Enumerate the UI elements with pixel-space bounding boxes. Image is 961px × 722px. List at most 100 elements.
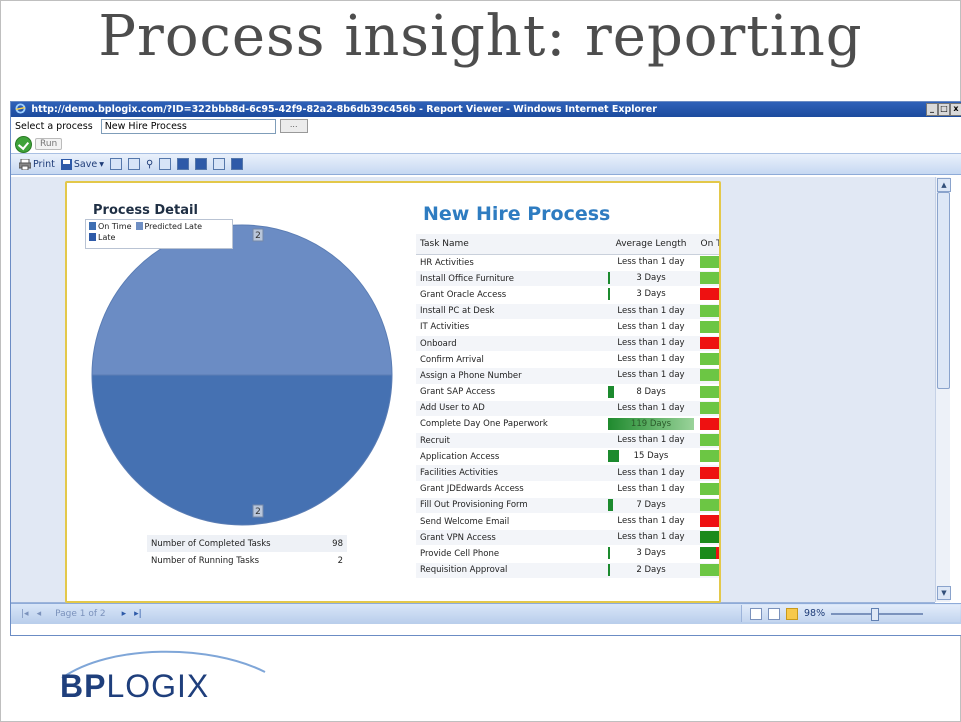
column-header[interactable]: Task Name	[416, 234, 606, 255]
close-button[interactable]: x	[950, 103, 961, 116]
table-row[interactable]: Grant Oracle Access3 Days05	[416, 286, 719, 304]
pie-legend: On Time Predicted Late Late	[85, 219, 233, 249]
window-title: http://demo.bplogix.com/?ID=322bbb8d-6c9…	[31, 104, 657, 115]
column-header[interactable]: Average Length	[606, 234, 696, 255]
table-row[interactable]: Grant JDEdwards AccessLess than 1 day04	[416, 481, 719, 498]
zoom-level: 98%	[804, 608, 826, 619]
table-row[interactable]: RecruitLess than 1 day09	[416, 432, 719, 450]
table-row[interactable]: Provide Cell Phone3 Days04	[416, 545, 719, 563]
table-row[interactable]: HR ActivitiesLess than 1 day03	[416, 254, 719, 272]
pdf-icon[interactable]	[213, 158, 226, 170]
zoom-slider[interactable]	[831, 607, 924, 621]
on-time-late-bar	[700, 531, 719, 544]
scroll-down-icon[interactable]: ▼	[937, 586, 951, 600]
table-row[interactable]: Install PC at DeskLess than 1 day04	[416, 303, 719, 320]
window-titlebar: http://demo.bplogix.com/?ID=322bbb8d-6c9…	[11, 102, 961, 117]
table-row[interactable]: OnboardLess than 1 day02	[416, 335, 719, 353]
task-name: Order Business Cards	[416, 578, 606, 580]
legend-label: Predicted Late	[144, 222, 203, 231]
summary-value: 2	[337, 555, 343, 566]
average-length: Less than 1 day	[606, 529, 696, 547]
on-time-vs-late	[696, 448, 719, 466]
on-time-late-bar	[700, 563, 719, 576]
print-button[interactable]: Print	[19, 158, 55, 170]
on-time-late-bar	[700, 272, 719, 285]
table-row[interactable]: Fill Out Provisioning Form7 Days16	[416, 497, 719, 515]
table-row[interactable]: Install Office Furniture3 Days05	[416, 270, 719, 288]
task-name: Requisition Approval	[416, 562, 606, 579]
legend-swatch	[89, 222, 96, 230]
table-row[interactable]: Add User to ADLess than 1 day05	[416, 400, 719, 417]
browse-button[interactable]: ...	[279, 119, 308, 133]
table-row[interactable]: Order Business CardsLess than 1 day04	[416, 578, 719, 580]
first-page-icon[interactable]: |◂	[21, 609, 29, 619]
average-length: Less than 1 day	[606, 513, 696, 531]
vertical-scrollbar[interactable]: ▲ ▼	[935, 177, 951, 602]
legend-item: On Time	[89, 221, 132, 232]
report-page: Process Detail 22 On Time Predicted Late L…	[65, 181, 721, 603]
maximize-button[interactable]: □	[938, 103, 950, 116]
single-page-icon[interactable]	[750, 607, 762, 620]
legend-label: Late	[98, 233, 116, 242]
summary-label: Number of Completed Tasks	[147, 535, 322, 552]
average-length: Less than 1 day	[606, 319, 696, 336]
task-name: Complete Day One Paperwork	[416, 416, 606, 434]
task-name: Facilities Activities	[416, 464, 606, 482]
table-row[interactable]: Assign a Phone NumberLess than 1 day05	[416, 367, 719, 385]
on-time-vs-late	[696, 545, 719, 563]
table-row[interactable]: Requisition Approval2 Days08	[416, 562, 719, 579]
on-time-vs-late	[696, 254, 719, 272]
binoculars-icon[interactable]: ⚲	[146, 159, 153, 170]
task-name: Onboard	[416, 335, 606, 353]
on-time-vs-late	[696, 270, 719, 288]
minimize-button[interactable]: _	[926, 103, 938, 116]
multi-page-icon[interactable]	[768, 607, 780, 620]
svg-text:2: 2	[255, 231, 261, 241]
on-time-vs-late	[696, 416, 719, 434]
browser-window: http://demo.bplogix.com/?ID=322bbb8d-6c9…	[10, 101, 961, 636]
table-row[interactable]: Facilities ActivitiesLess than 1 day03	[416, 464, 719, 482]
average-length: Less than 1 day	[606, 351, 696, 369]
prev-page-icon[interactable]: ◂	[37, 609, 42, 619]
run-button[interactable]: Run	[15, 135, 63, 153]
table-row[interactable]: Confirm ArrivalLess than 1 day03	[416, 351, 719, 369]
zoom-slider-knob[interactable]	[871, 607, 880, 621]
task-name: Install PC at Desk	[416, 303, 606, 320]
fit-width-icon[interactable]	[786, 607, 798, 620]
scroll-up-icon[interactable]: ▲	[937, 178, 951, 192]
export-icon[interactable]	[159, 158, 172, 170]
table-row[interactable]: Application Access15 Days03	[416, 448, 719, 466]
summary-table: Number of Completed Tasks 98 Number of Run…	[147, 535, 347, 569]
chevron-down-icon: ▾	[99, 158, 104, 170]
report-toolbar: Print Save ▾ ⚲	[11, 153, 961, 175]
on-time-late-bar	[700, 401, 719, 414]
legend-swatch	[89, 233, 96, 241]
table-row[interactable]: Complete Day One Paperwork119 Days12	[416, 416, 719, 434]
word-icon[interactable]	[177, 158, 190, 170]
average-length: 3 Days	[606, 545, 696, 563]
column-header[interactable]: On Time vs Late	[696, 234, 719, 255]
excel-icon[interactable]	[195, 158, 208, 170]
table-row[interactable]: IT ActivitiesLess than 1 day03	[416, 319, 719, 336]
save-button[interactable]: Save ▾	[60, 158, 104, 170]
print-label: Print	[33, 158, 55, 170]
task-name: Grant VPN Access	[416, 529, 606, 547]
on-time-late-bar	[700, 320, 719, 333]
task-name: Fill Out Provisioning Form	[416, 497, 606, 515]
more-export-icon[interactable]	[231, 158, 244, 170]
summary-row: Number of Completed Tasks 98	[147, 535, 347, 552]
ie-logo-icon	[15, 103, 26, 114]
process-input[interactable]: New Hire Process	[100, 118, 276, 134]
last-page-icon[interactable]: ▸|	[134, 609, 142, 619]
on-time-late-bar	[700, 417, 719, 430]
scroll-thumb[interactable]	[937, 192, 950, 389]
table-row[interactable]: Grant SAP Access8 Days04	[416, 384, 719, 401]
layout-icon[interactable]	[127, 158, 140, 170]
on-time-vs-late	[696, 578, 719, 580]
on-time-late-bar	[700, 498, 719, 511]
table-row[interactable]: Grant VPN AccessLess than 1 day02	[416, 529, 719, 547]
next-page-icon[interactable]: ▸	[122, 609, 127, 619]
average-length: 3 Days	[606, 286, 696, 304]
page-view-icon[interactable]	[109, 158, 122, 170]
table-row[interactable]: Send Welcome EmailLess than 1 day04	[416, 513, 719, 531]
